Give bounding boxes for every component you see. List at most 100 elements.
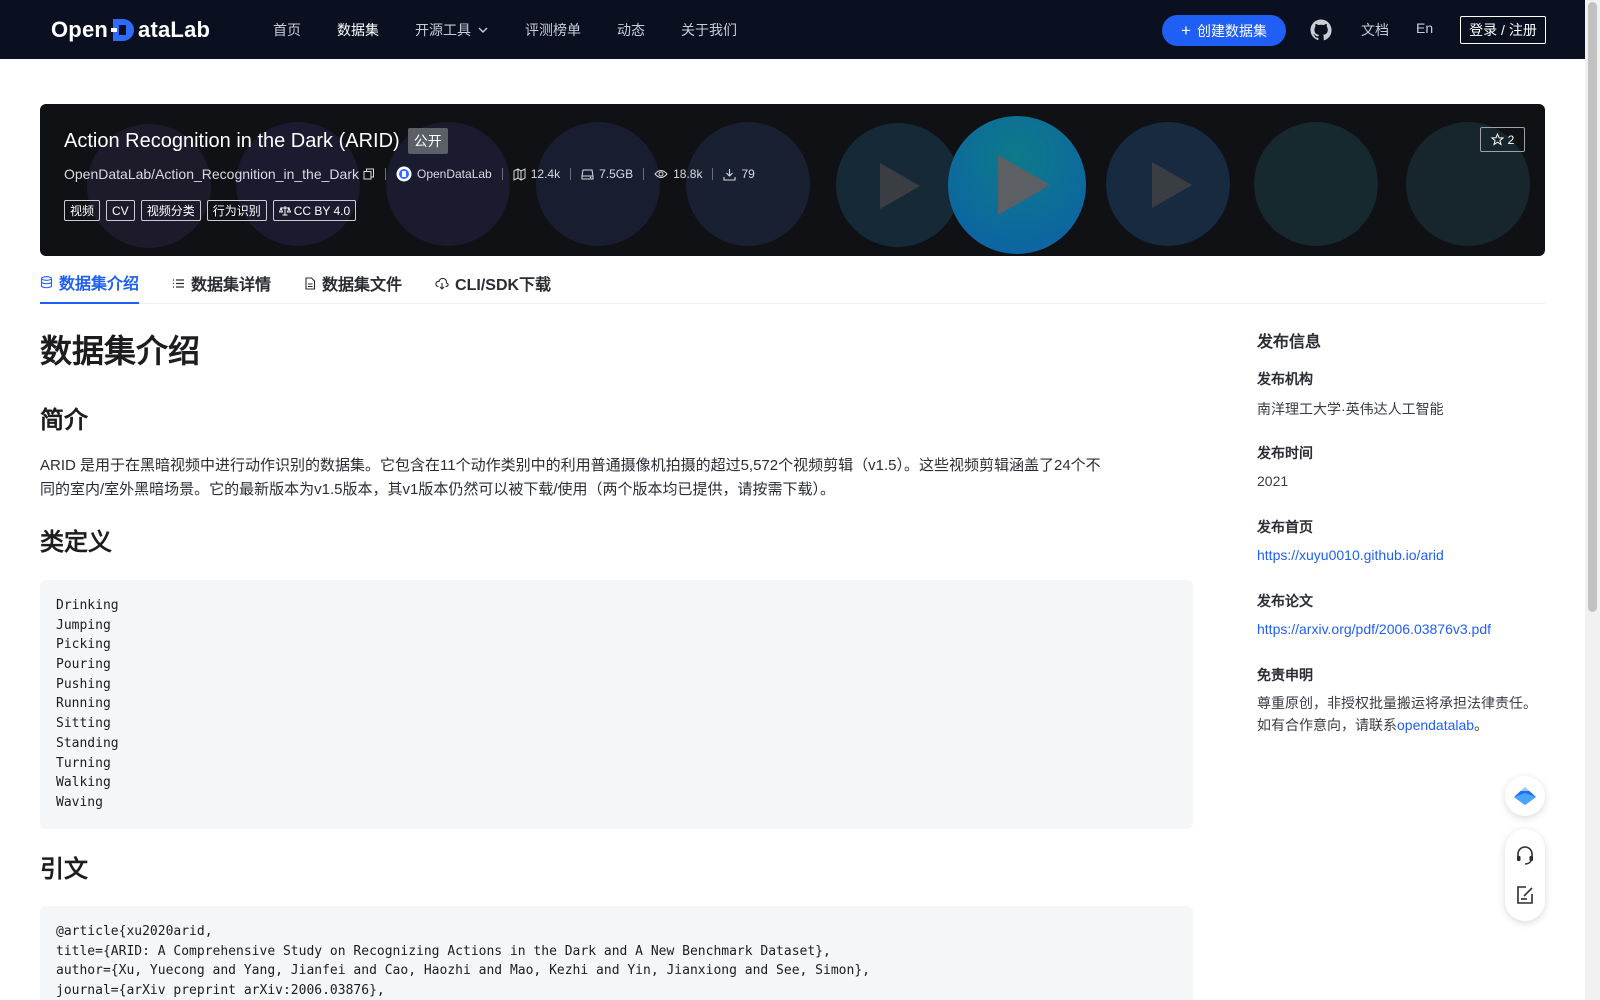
banner-bubble xyxy=(1106,122,1230,246)
publisher-name: OpenDataLab xyxy=(416,167,492,181)
tab-details[interactable]: 数据集详情 xyxy=(172,262,271,304)
disclaimer-prefix: 如有合作意向，请联系 xyxy=(1257,717,1397,733)
headset-icon xyxy=(1517,846,1533,865)
login-register-button[interactable]: 登录 / 注册 xyxy=(1460,16,1546,44)
sidebar-title: 发布信息 xyxy=(1257,334,1322,351)
meta-divider xyxy=(712,168,714,180)
publisher-item[interactable]: OpenDataLab xyxy=(396,166,492,182)
meta-divider xyxy=(384,168,386,180)
nav-link-tools-label: 开源工具 xyxy=(415,21,471,38)
files-count-item: 12.4k xyxy=(513,167,560,181)
disclaimer-line: 尊重原创，非授权批量搬运将承担法律责任。 xyxy=(1257,695,1537,711)
feedback-button[interactable] xyxy=(1513,883,1537,907)
nav-link-tools[interactable]: 开源工具 xyxy=(415,20,489,40)
logo-text-left: Open xyxy=(51,17,109,42)
code-line: Running xyxy=(56,696,111,712)
summary-line: ARID 是用于在黑暗视频中进行动作识别的数据集。它包含在11个动作类别中的利用… xyxy=(40,457,1101,474)
license-tag[interactable]: CC BY 4.0 xyxy=(272,200,357,221)
disclaimer-label: 免责申明 xyxy=(1257,667,1313,683)
plus-icon: + xyxy=(1181,21,1191,40)
paper-link[interactable]: https://arxiv.org/pdf/2006.03876v3.pdf xyxy=(1257,621,1491,637)
floating-app-button[interactable] xyxy=(1505,776,1545,816)
tag-action-recognition[interactable]: 行为识别 xyxy=(206,200,267,221)
summary-heading: 简介 xyxy=(40,407,88,434)
scale-icon xyxy=(278,206,291,216)
play-icon xyxy=(1152,162,1192,208)
download-icon xyxy=(723,168,737,181)
banner-bubble xyxy=(1254,122,1378,246)
tab-intro[interactable]: 数据集介绍 xyxy=(40,262,140,304)
meta-divider xyxy=(643,168,645,180)
contact-link[interactable]: opendatalab xyxy=(1397,717,1474,733)
dataset-tags: 视频 CV 视频分类 行为识别 CC BY 4.0 xyxy=(64,200,362,221)
code-line: Picking xyxy=(56,637,111,653)
code-line: Turning xyxy=(56,755,111,771)
tag-video[interactable]: 视频 xyxy=(64,200,101,221)
time-value: 2021 xyxy=(1257,473,1289,489)
tag-cv[interactable]: CV xyxy=(106,200,135,221)
create-dataset-button[interactable]: + 创建数据集 xyxy=(1162,15,1286,46)
tab-intro-label: 数据集介绍 xyxy=(59,276,140,293)
code-line: Pushing xyxy=(56,676,111,692)
publish-info-sidebar: 发布信息 发布机构 南洋理工大学·英伟达人工智能 发布时间 2021 发布首页 … xyxy=(1257,328,1557,733)
homepage-link[interactable]: https://xuyu0010.github.io/arid xyxy=(1257,547,1444,563)
time-label: 发布时间 xyxy=(1257,445,1313,461)
logo-text-right: ataLab xyxy=(138,17,211,42)
star-button[interactable]: 2 xyxy=(1480,127,1525,152)
dataset-title: Action Recognition in the Dark (ARID) xyxy=(64,129,400,152)
cloud-download-icon xyxy=(435,277,449,290)
code-line: Standing xyxy=(56,735,119,751)
tab-cli-sdk-label: CLI/SDK下载 xyxy=(455,277,552,294)
files-count: 12.4k xyxy=(530,167,561,181)
license-label: CC BY 4.0 xyxy=(293,203,351,218)
play-icon xyxy=(880,163,920,209)
page-title: 数据集介绍 xyxy=(40,333,201,369)
code-line: Jumping xyxy=(56,617,111,633)
classes-heading: 类定义 xyxy=(40,529,112,556)
summary-paragraph: ARID 是用于在黑暗视频中进行动作识别的数据集。它包含在11个动作类别中的利用… xyxy=(40,454,1193,502)
org-value: 南洋理工大学·英伟达人工智能 xyxy=(1257,401,1444,417)
language-switch[interactable]: En xyxy=(1416,20,1433,36)
code-line: Drinking xyxy=(56,598,119,613)
meta-divider xyxy=(501,168,503,180)
github-icon[interactable] xyxy=(1309,18,1333,42)
banner-bubble xyxy=(536,122,660,246)
file-icon xyxy=(305,276,316,290)
tag-video-classification[interactable]: 视频分类 xyxy=(140,200,201,221)
page-scrollbar[interactable] xyxy=(1585,0,1600,1000)
tab-details-label: 数据集详情 xyxy=(191,277,272,294)
nav-link-about[interactable]: 关于我们 xyxy=(681,20,737,40)
floating-tools xyxy=(1505,829,1545,921)
nav-link-datasets[interactable]: 数据集 xyxy=(337,20,379,40)
app-logo-icon xyxy=(1514,787,1536,805)
chevron-down-icon xyxy=(478,27,488,33)
nav-link-home[interactable]: 首页 xyxy=(273,20,301,40)
banner-bubble xyxy=(836,123,960,247)
size-item: 7.5GB xyxy=(581,167,633,181)
play-icon xyxy=(998,155,1050,215)
views-item: 18.8k xyxy=(654,167,702,181)
summary-line: 同的室内/室外黑暗场景。它的最新版本为v1.5版本，其v1版本仍然可以被下载/使… xyxy=(40,481,836,498)
tab-files[interactable]: 数据集文件 xyxy=(304,262,402,304)
logo[interactable]: Open ataLab xyxy=(51,14,210,46)
dataset-title-row: Action Recognition in the Dark (ARID) 公开 xyxy=(64,128,448,154)
edit-note-icon xyxy=(1517,886,1533,904)
code-line: Sitting xyxy=(56,716,111,732)
repo-path: OpenDataLab/Action_Recognition_in_the_Da… xyxy=(64,166,359,182)
docs-link[interactable]: 文档 xyxy=(1361,20,1389,40)
nav-link-news[interactable]: 动态 xyxy=(617,20,645,40)
dataset-tabs: 数据集介绍 数据集详情 数据集文件 CLI/SDK下载 xyxy=(40,262,1545,304)
disk-icon xyxy=(581,169,594,179)
copy-icon[interactable] xyxy=(363,168,375,180)
code-line: Walking xyxy=(56,775,111,791)
code-line: journal={arXiv preprint arXiv:2006.03876… xyxy=(56,983,385,999)
support-button[interactable] xyxy=(1513,843,1537,867)
tab-cli-sdk[interactable]: CLI/SDK下载 xyxy=(435,262,551,304)
nav-link-leaderboard[interactable]: 评测榜单 xyxy=(525,20,581,40)
homepage-label: 发布首页 xyxy=(1257,519,1313,535)
downloads-count: 79 xyxy=(741,167,755,181)
citation-heading: 引文 xyxy=(40,856,88,883)
scrollbar-thumb[interactable] xyxy=(1588,2,1597,612)
dataset-banner: Action Recognition in the Dark (ARID) 公开… xyxy=(40,104,1545,256)
files-icon xyxy=(513,167,526,181)
